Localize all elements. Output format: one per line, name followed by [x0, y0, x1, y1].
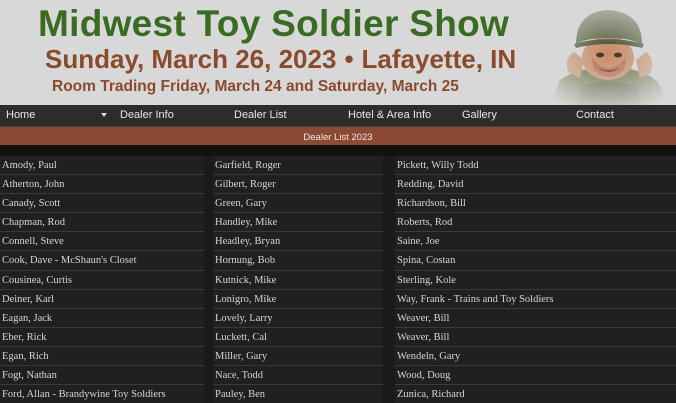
dealer-row: Chapman, Rod: [0, 213, 204, 233]
bullet-separator: •: [344, 44, 354, 74]
dealer-row: Luckett, Cal: [213, 327, 383, 347]
dealer-row: Pickett, Willy Todd: [395, 156, 676, 176]
dealer-row: Weaver, Bill: [395, 327, 676, 347]
dealer-row: Weaver, Bill: [395, 308, 676, 328]
dealer-row: Lovely, Larry: [213, 308, 383, 328]
dealer-row: Wendeln, Gary: [395, 346, 676, 367]
site-title: Midwest Toy Soldier Show: [38, 3, 510, 44]
event-location: Lafayette, IN: [361, 44, 517, 74]
dealer-row: Gilbert, Roger: [213, 175, 383, 195]
dealer-row: Amody, Paul: [0, 156, 204, 176]
dealer-row: Cousinea, Curtis: [0, 270, 204, 290]
spacer-strip: [0, 145, 676, 156]
section-heading-bar: Dealer List 2023: [0, 127, 676, 145]
dealer-column-1: Amody, Paul Atherton, John Canady, Scott…: [0, 156, 204, 403]
dealer-row: Atherton, John: [0, 175, 204, 195]
dealer-row: Saine, Joe: [395, 232, 676, 252]
dealer-row: Canady, Scott: [0, 194, 204, 214]
chevron-down-icon[interactable]: [101, 113, 107, 117]
dealer-row: Miller, Gary: [213, 346, 383, 367]
section-title: Dealer List 2023: [303, 132, 373, 143]
dealer-column-3: Pickett, Willy Todd Redding, David Richa…: [395, 156, 676, 403]
dealer-column-2: Garfield, Roger Gilbert, Roger Green, Ga…: [213, 156, 383, 403]
toy-soldier-image: [540, 0, 676, 105]
dealer-row: Nace, Todd: [213, 366, 383, 386]
nav-home[interactable]: Home: [6, 109, 35, 121]
dealer-row: Green, Gary: [213, 194, 383, 214]
nav-dealer-list[interactable]: Dealer List: [234, 109, 287, 121]
dealer-row: Pauley, Ben: [213, 385, 383, 403]
dealer-row: Deiner, Karl: [0, 289, 204, 309]
dealer-row: Egan, Rich: [0, 346, 204, 367]
dealer-row: Roberts, Rod: [395, 213, 676, 233]
dealer-row: Spina, Costan: [395, 251, 676, 271]
dealer-row: Lonigro, Mike: [213, 289, 383, 309]
main-navigation: Home Dealer Info Dealer List Hotel & Are…: [0, 105, 676, 127]
nav-dealer-info[interactable]: Dealer Info: [120, 109, 174, 121]
dealer-row: Handley, Mike: [213, 213, 383, 233]
dealer-row: Connell, Steve: [0, 232, 204, 252]
dealer-row: Hornung, Bob: [213, 251, 383, 271]
dealer-row: Way, Frank - Trains and Toy Soldiers: [395, 289, 676, 309]
dealer-row: Ford, Allan - Brandywine Toy Soldiers: [0, 385, 204, 403]
room-trading-info: Room Trading Friday, March 24 and Saturd…: [52, 78, 459, 95]
event-date-location: Sunday, March 26, 2023 • Lafayette, IN: [45, 44, 516, 75]
dealer-row: Kutnick, Mike: [213, 270, 383, 290]
dealer-row: Eber, Rick: [0, 327, 204, 347]
event-date: Sunday, March 26, 2023: [45, 44, 337, 74]
nav-hotel-area-info[interactable]: Hotel & Area Info: [348, 109, 431, 121]
dealer-row: Wood, Doug: [395, 366, 676, 386]
nav-gallery[interactable]: Gallery: [462, 109, 497, 121]
dealer-row: Zunica, Richard: [395, 385, 676, 403]
dealer-row: Cook, Dave - McShaun's Closet: [0, 251, 204, 271]
dealer-row: Garfield, Roger: [213, 156, 383, 176]
site-header: Midwest Toy Soldier Show Sunday, March 2…: [0, 0, 676, 105]
dealer-row: Sterling, Kole: [395, 270, 676, 290]
nav-contact[interactable]: Contact: [576, 109, 614, 121]
dealer-row: Eagan, Jack: [0, 308, 204, 328]
dealer-row: Redding, David: [395, 175, 676, 195]
dealer-row: Fogt, Nathan: [0, 366, 204, 386]
dealer-row: Richardson, Bill: [395, 194, 676, 214]
dealer-row: Headley, Bryan: [213, 232, 383, 252]
